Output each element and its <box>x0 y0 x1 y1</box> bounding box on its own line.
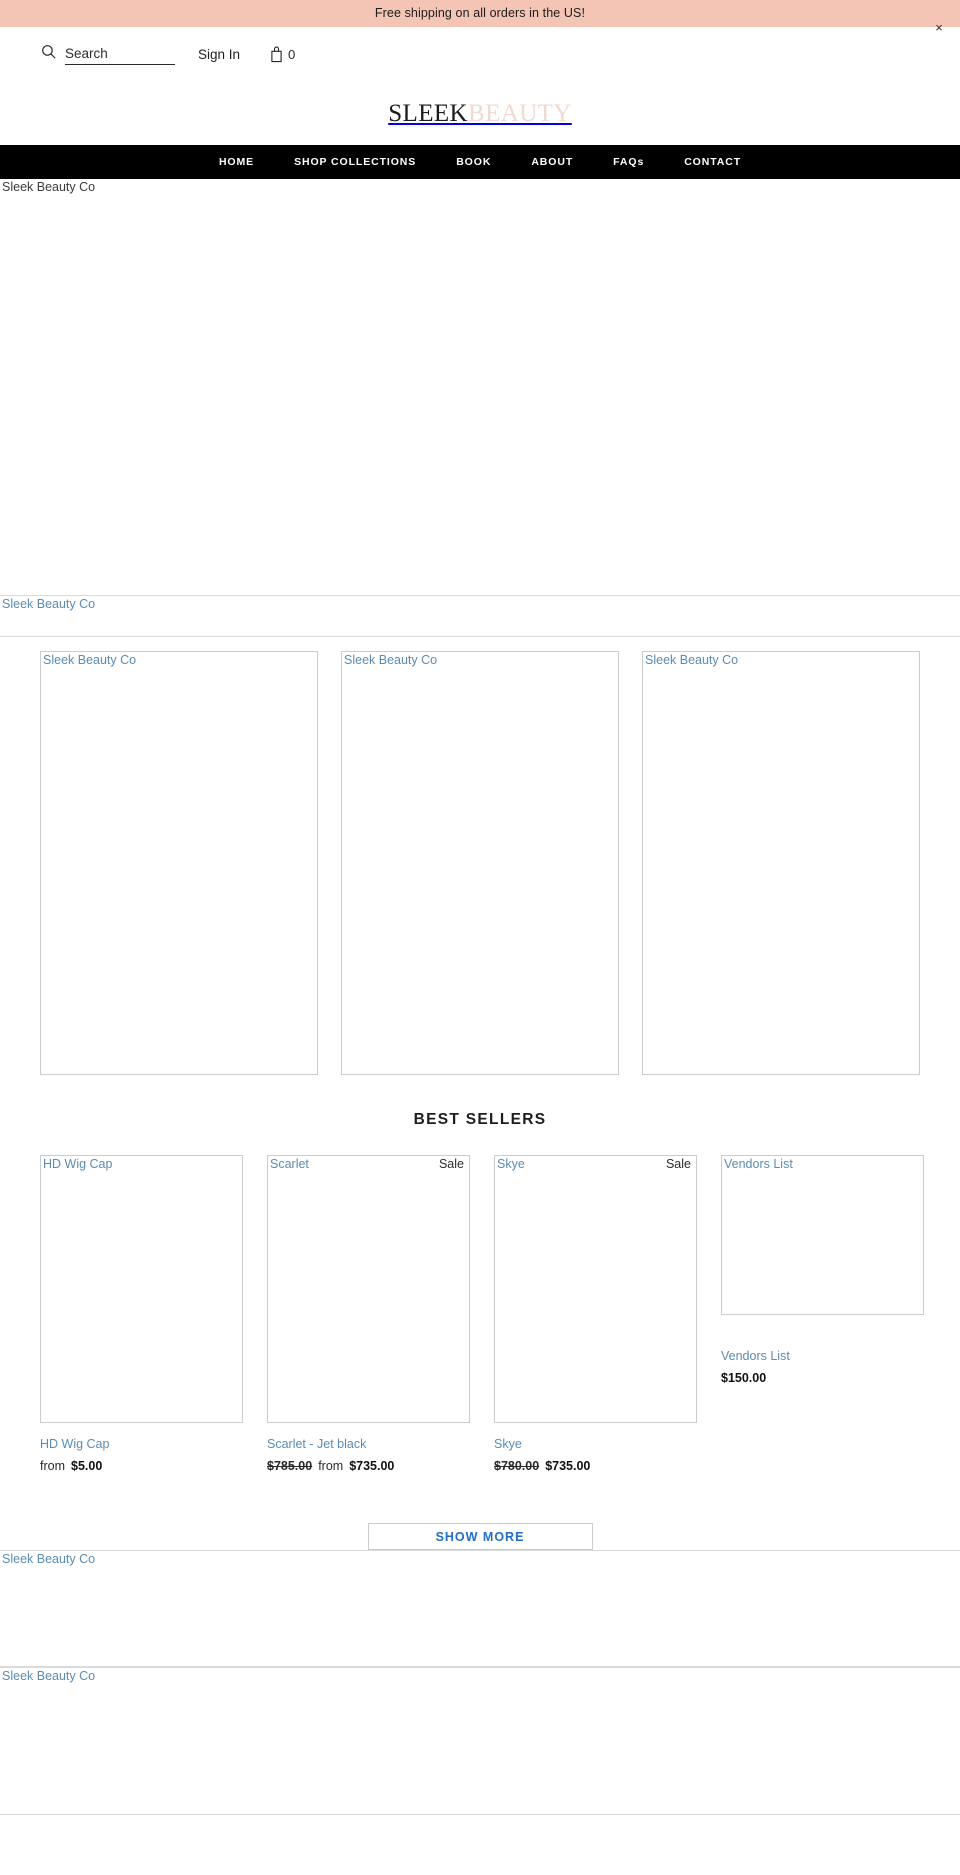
product-price: from $5.00 <box>40 1459 243 1473</box>
logo-row: SLEEKBEAUTY <box>0 81 960 145</box>
hero-banner-image[interactable]: Sleek Beauty Co <box>0 179 960 596</box>
logo-sleek: SLEEK <box>388 99 468 127</box>
price-original: $780.00 <box>494 1459 540 1474</box>
main-navigation: HOME SHOP COLLECTIONS BOOK ABOUT FAQs CO… <box>0 145 960 179</box>
best-sellers-heading: BEST SELLERS <box>413 1111 547 1128</box>
announcement-bar: Free shipping on all orders in the US! <box>0 0 960 27</box>
product-title-link[interactable]: Scarlet - Jet black <box>267 1436 470 1452</box>
product-card: Skye Sale Skye $780.00 $735.00 <box>494 1155 697 1473</box>
product-card: Scarlet Sale Scarlet - Jet black $785.00… <box>267 1155 470 1473</box>
promo-strip-image[interactable]: Sleek Beauty Co <box>0 596 960 637</box>
product-card: HD Wig Cap HD Wig Cap from $5.00 <box>40 1155 243 1473</box>
price-prefix: from <box>318 1459 344 1474</box>
nav-item-faqs[interactable]: FAQs <box>593 157 664 168</box>
utility-header: Sign In 0 <box>0 27 960 81</box>
search-input[interactable] <box>65 46 175 65</box>
nav-item-book[interactable]: BOOK <box>436 157 511 168</box>
price-current: $150.00 <box>721 1371 767 1386</box>
collection-card-3[interactable]: Sleek Beauty Co <box>642 651 920 1075</box>
product-title-link[interactable]: HD Wig Cap <box>40 1436 243 1452</box>
collection-card-1-alt-text: Sleek Beauty Co <box>43 653 137 667</box>
logo-beauty: BEAUTY <box>468 99 572 127</box>
product-title-link[interactable]: Vendors List <box>721 1348 924 1364</box>
collection-card-2-alt-text: Sleek Beauty Co <box>344 653 438 667</box>
bottom-banner-1-alt-text: Sleek Beauty Co <box>2 1552 96 1567</box>
product-image-alt-text: Scarlet <box>270 1157 309 1171</box>
collection-row: Sleek Beauty Co Sleek Beauty Co Sleek Be… <box>0 637 960 1075</box>
site-logo[interactable]: SLEEKBEAUTY <box>388 101 572 126</box>
nav-item-home[interactable]: HOME <box>199 157 274 168</box>
price-current: $5.00 <box>71 1459 103 1474</box>
nav-item-about[interactable]: ABOUT <box>511 157 593 168</box>
price-current: $735.00 <box>349 1459 395 1474</box>
sale-badge: Sale <box>437 1157 465 1173</box>
product-image-alt-text: HD Wig Cap <box>43 1157 113 1171</box>
cart-count: 0 <box>288 46 296 62</box>
price-current: $735.00 <box>545 1459 591 1474</box>
shopping-bag-icon <box>271 46 282 62</box>
product-card: Vendors List Vendors List $150.00 <box>721 1155 924 1385</box>
product-price: $785.00 from $735.00 <box>267 1459 470 1473</box>
product-price: $150.00 <box>721 1371 924 1385</box>
promo-strip-alt-text: Sleek Beauty Co <box>2 597 96 611</box>
product-image-alt-text: Vendors List <box>724 1157 793 1171</box>
bottom-banner-1[interactable]: Sleek Beauty Co <box>0 1550 960 1668</box>
announcement-text: Free shipping on all orders in the US! <box>374 6 586 21</box>
cart-button[interactable]: 0 <box>270 46 295 63</box>
product-image[interactable]: HD Wig Cap <box>40 1155 243 1423</box>
collection-card-2[interactable]: Sleek Beauty Co <box>341 651 619 1075</box>
collection-card-3-alt-text: Sleek Beauty Co <box>645 653 739 667</box>
product-image[interactable]: Scarlet Sale <box>267 1155 470 1423</box>
bottom-banner-2-alt-text: Sleek Beauty Co <box>2 1669 96 1684</box>
search-icon[interactable] <box>40 43 57 60</box>
product-title-link[interactable]: Skye <box>494 1436 697 1452</box>
show-more-button[interactable]: SHOW MORE <box>367 1523 593 1551</box>
price-original: $785.00 <box>267 1459 313 1474</box>
price-prefix: from <box>40 1459 65 1474</box>
product-image[interactable]: Vendors List <box>721 1155 924 1315</box>
sign-in-link[interactable]: Sign In <box>198 47 240 62</box>
hero-image-alt-text: Sleek Beauty Co <box>2 180 96 194</box>
nav-item-contact[interactable]: CONTACT <box>664 157 761 168</box>
sale-badge: Sale <box>664 1157 692 1173</box>
close-icon[interactable]: × <box>931 19 947 35</box>
nav-item-shop-collections[interactable]: SHOP COLLECTIONS <box>274 157 436 168</box>
best-sellers-grid: HD Wig Cap HD Wig Cap from $5.00 Scarlet… <box>0 1129 960 1473</box>
search-area <box>40 43 175 65</box>
bottom-banner-2[interactable]: Sleek Beauty Co <box>0 1667 960 1816</box>
product-image[interactable]: Skye Sale <box>494 1155 697 1423</box>
product-price: $780.00 $735.00 <box>494 1459 697 1473</box>
product-image-alt-text: Skye <box>497 1157 525 1171</box>
show-more-wrap: SHOW MORE <box>0 1523 960 1551</box>
collection-card-1[interactable]: Sleek Beauty Co <box>40 651 318 1075</box>
